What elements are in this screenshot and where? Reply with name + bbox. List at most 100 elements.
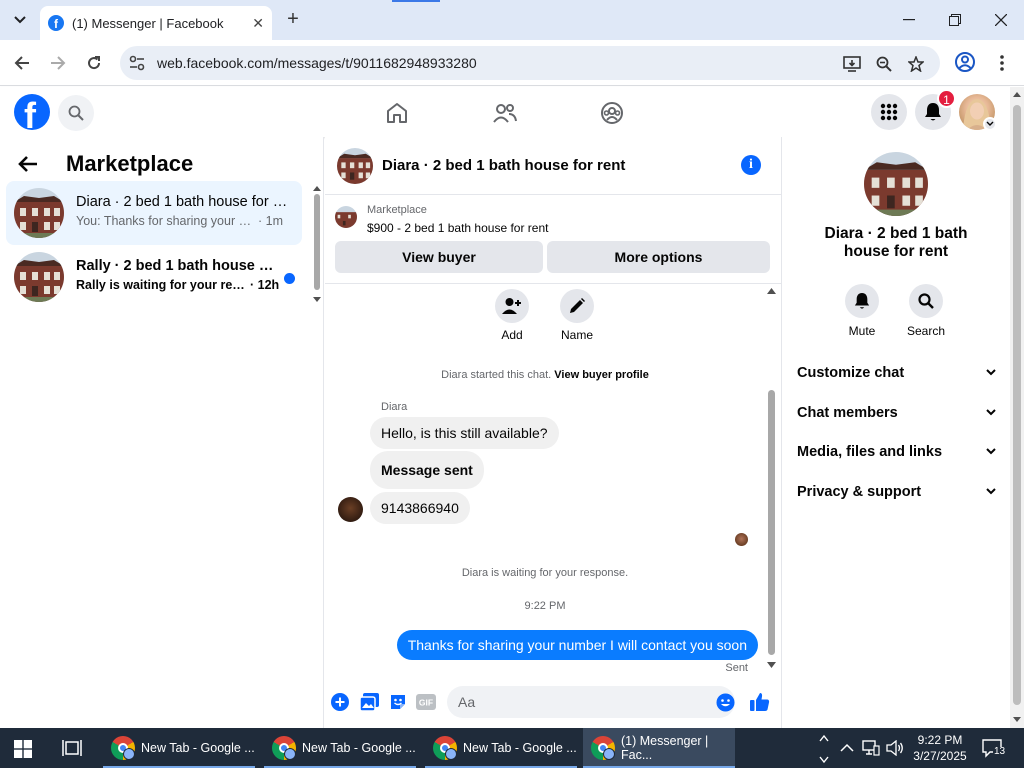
friends-nav[interactable] (491, 99, 519, 127)
view-buyer-profile-link[interactable]: View buyer profile (554, 369, 649, 381)
sender-avatar[interactable] (338, 497, 363, 522)
conversation-name: Rally · 2 bed 1 bath house for rent (76, 258, 274, 274)
conversation-item-rally[interactable]: Rally · 2 bed 1 bath house for rent Rall… (6, 245, 302, 309)
conversation-snippet: You: Thanks for sharing your number I wi… (76, 214, 283, 228)
sent-status: Sent (725, 662, 748, 674)
info-icon[interactable]: i (741, 155, 761, 175)
chat-members-row[interactable]: Chat members (797, 398, 997, 428)
waiting-notice: Diara is waiting for your response. (461, 567, 629, 579)
install-app-icon[interactable] (842, 54, 862, 74)
incoming-message[interactable]: Message sent (370, 451, 484, 489)
windows-start-icon[interactable] (14, 740, 32, 758)
chat-header: Diara · 2 bed 1 bath house for rent i (325, 137, 781, 195)
task-view-icon[interactable] (62, 739, 82, 757)
action-center-icon[interactable]: 13 (982, 738, 1008, 760)
restore-icon (949, 14, 961, 26)
outgoing-message[interactable]: Thanks for sharing your number I will co… (396, 630, 758, 660)
house-thumbnail (14, 188, 64, 238)
bookmark-star-icon[interactable] (906, 54, 926, 74)
back-arrow-icon[interactable] (18, 155, 38, 173)
close-icon (995, 14, 1007, 26)
listing-title[interactable]: $900 - 2 bed 1 bath house for rent (367, 221, 548, 235)
browser-tab-messenger[interactable]: f (1) Messenger | Facebook ✕ (40, 6, 272, 40)
chat-details-panel: Diara · 2 bed 1 bath house for rent Mute… (781, 137, 1010, 728)
volume-icon[interactable] (886, 739, 904, 759)
sticker-icon[interactable] (388, 692, 408, 712)
chat-avatar[interactable] (337, 148, 373, 184)
chat-title[interactable]: Diara · 2 bed 1 bath house for rent (382, 157, 625, 174)
marketplace-label: Marketplace (367, 204, 427, 216)
message-composer: GIF Aa (325, 682, 781, 728)
facebook-logo-icon[interactable]: f (14, 94, 50, 130)
address-bar[interactable]: web.facebook.com/messages/t/901168294893… (120, 46, 940, 80)
groups-icon (601, 102, 623, 124)
reload-icon (88, 56, 101, 70)
incoming-message[interactable]: Hello, is this still available? (370, 417, 559, 449)
zoom-icon[interactable] (874, 54, 894, 74)
thumbs-up-icon[interactable] (750, 692, 770, 712)
message-input[interactable]: Aa (447, 686, 735, 718)
taskbar-app-chrome-2[interactable]: New Tab - Google ... (264, 728, 416, 768)
add-person-icon (502, 298, 521, 314)
close-window-button[interactable] (978, 6, 1024, 34)
reload-button[interactable] (81, 50, 107, 76)
more-options-button[interactable]: More options (547, 241, 770, 273)
chevron-down-icon (986, 448, 996, 455)
browser-profile-icon[interactable] (954, 51, 978, 75)
taskbar-app-chrome-3[interactable]: New Tab - Google ... (425, 728, 577, 768)
url-text[interactable]: web.facebook.com/messages/t/901168294893… (157, 55, 477, 71)
forward-button[interactable] (45, 50, 71, 76)
conversation-time: · 1m (258, 214, 283, 228)
new-tab-button[interactable]: + (282, 8, 304, 30)
edit-name-action[interactable]: Name (547, 289, 607, 342)
thread-scrollbar[interactable] (766, 285, 777, 673)
notification-count-badge: 1 (937, 89, 956, 108)
page-scrollbar-thumb[interactable] (1013, 105, 1021, 705)
listing-thumbnail (335, 206, 357, 228)
add-people-action[interactable]: Add (482, 289, 542, 342)
back-button[interactable] (9, 50, 35, 76)
site-info-icon[interactable] (128, 54, 146, 77)
taskbar-app-chrome-1[interactable]: New Tab - Google ... (103, 728, 255, 768)
sender-name: Diara (381, 401, 408, 413)
page-scrollbar[interactable] (1010, 87, 1024, 728)
customize-chat-row[interactable]: Customize chat (797, 358, 997, 388)
menu-grid-button[interactable] (871, 94, 907, 130)
arrow-right-icon (51, 56, 66, 70)
clock-date: 3/27/2025 (913, 749, 967, 763)
groups-nav[interactable] (598, 99, 626, 127)
network-icon[interactable] (862, 740, 880, 759)
media-files-links-row[interactable]: Media, files and links (797, 437, 997, 467)
photo-icon[interactable] (359, 692, 379, 712)
show-hidden-icons-icon[interactable] (840, 741, 854, 756)
conversation-name: Diara · 2 bed 1 bath house for rent (76, 194, 288, 210)
incoming-message[interactable]: 9143866940 (370, 492, 470, 524)
view-buyer-button[interactable]: View buyer (335, 241, 543, 273)
screen: f (1) Messenger | Facebook ✕ + web.faceb… (0, 0, 1024, 768)
chevron-down-icon (986, 488, 996, 495)
panel-title: Marketplace (66, 151, 194, 176)
unread-dot (284, 273, 295, 284)
pencil-icon (570, 298, 585, 313)
account-menu-chevron-icon[interactable] (983, 117, 997, 131)
gif-icon[interactable]: GIF (416, 692, 436, 712)
close-tab-icon[interactable]: ✕ (252, 15, 264, 32)
taskbar-scroll-arrows[interactable] (818, 730, 830, 768)
mute-action[interactable]: Mute (832, 284, 892, 338)
more-actions-icon[interactable] (330, 692, 350, 712)
tab-search-button[interactable] (8, 8, 32, 32)
home-nav[interactable] (383, 99, 411, 127)
chat-panel: Diara · 2 bed 1 bath house for rent i Ma… (325, 137, 781, 728)
emoji-icon[interactable] (715, 692, 735, 712)
taskbar-app-messenger[interactable]: (1) Messenger | Fac... (583, 728, 735, 768)
privacy-support-row[interactable]: Privacy & support (797, 477, 997, 507)
system-clock[interactable]: 9:22 PM 3/27/2025 (904, 732, 976, 764)
maximize-button[interactable] (932, 6, 978, 34)
conversation-item-diara[interactable]: Diara · 2 bed 1 bath house for rent You:… (6, 181, 302, 245)
details-avatar[interactable] (864, 152, 928, 216)
list-scrollbar[interactable] (313, 185, 321, 303)
search-in-chat-action[interactable]: Search (896, 284, 956, 338)
facebook-search-button[interactable] (58, 95, 94, 131)
browser-menu-icon[interactable] (992, 52, 1012, 74)
minimize-button[interactable] (886, 6, 932, 34)
